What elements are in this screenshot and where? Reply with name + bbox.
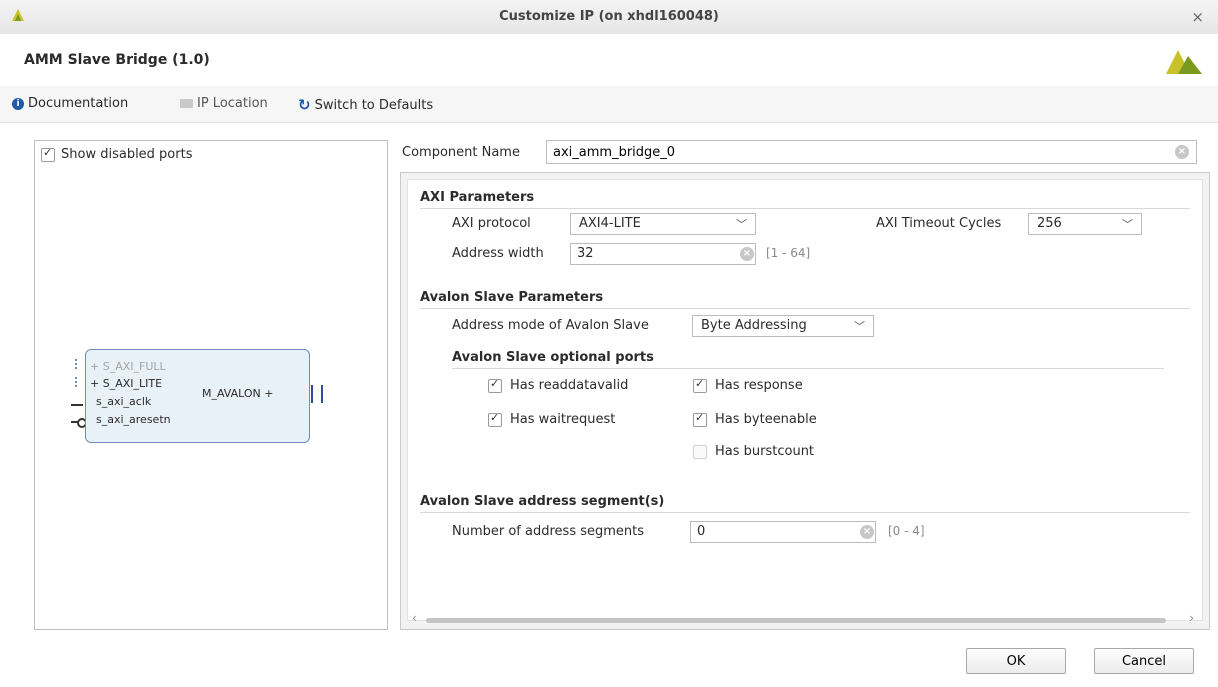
scroll-left-icon[interactable]: ‹ <box>412 611 417 625</box>
address-mode-label: Address mode of Avalon Slave <box>452 318 649 333</box>
address-width-range: [1 - 64] <box>766 246 811 260</box>
documentation-button[interactable]: i Documentation <box>12 96 128 111</box>
close-icon[interactable]: × <box>1191 8 1204 26</box>
has-burstcount-label: Has burstcount <box>715 444 815 459</box>
has-response-label: Has response <box>715 378 803 393</box>
switch-defaults-button[interactable]: ↻ Switch to Defaults <box>298 96 433 114</box>
avalon-slave-parameters-title: Avalon Slave Parameters <box>420 290 604 305</box>
checkbox-icon[interactable] <box>488 411 502 427</box>
vivado-logo-icon <box>1166 50 1202 74</box>
has-byteenable-checkbox[interactable]: Has byteenable <box>693 411 817 427</box>
folder-icon <box>180 99 193 108</box>
axi-timeout-select[interactable]: 256 ﹀ <box>1028 213 1142 235</box>
component-name-input[interactable] <box>546 140 1197 164</box>
address-width-label: Address width <box>452 246 544 261</box>
ip-symbol-block: + S_AXI_FULL + S_AXI_LITE s_axi_aclk s_a… <box>85 349 310 443</box>
divider <box>420 512 1190 513</box>
has-byteenable-label: Has byteenable <box>715 412 817 427</box>
ip-toolbar: i Documentation IP Location ↻ Switch to … <box>0 86 1218 123</box>
port-s-axi-lite[interactable]: + S_AXI_LITE <box>90 377 162 390</box>
port-label: S_AXI_FULL <box>102 360 166 373</box>
has-waitrequest-label: Has waitrequest <box>510 412 616 427</box>
refresh-icon: ↻ <box>298 96 311 114</box>
window-title: Customize IP (on xhdl160048) <box>499 9 719 24</box>
has-burstcount-checkbox[interactable]: Has burstcount <box>693 444 814 459</box>
checkbox-icon[interactable] <box>41 146 55 162</box>
ip-name: AMM Slave Bridge (1.0) <box>24 52 210 68</box>
symbol-panel: Show disabled ports + S_AXI_FULL + S_AXI… <box>34 140 388 630</box>
ip-header: AMM Slave Bridge (1.0) <box>0 34 1218 87</box>
parameters-scroll-area: AXI Parameters AXI protocol AXI4-LITE ﹀ … <box>407 179 1203 625</box>
num-segments-input[interactable]: 0 <box>690 521 876 543</box>
component-name-label: Component Name <box>402 145 520 160</box>
clear-icon[interactable]: × <box>860 525 874 539</box>
window-titlebar: Customize IP (on xhdl160048) × <box>0 0 1218 35</box>
port-s-axi-aresetn[interactable]: s_axi_aresetn <box>96 413 171 426</box>
port-label: M_AVALON <box>202 387 261 400</box>
has-response-checkbox[interactable]: Has response <box>693 377 803 393</box>
address-segments-title: Avalon Slave address segment(s) <box>420 494 665 509</box>
documentation-label: Documentation <box>28 96 129 111</box>
info-icon: i <box>12 97 24 110</box>
parameters-panel: Component Name × AXI Parameters AXI prot… <box>398 140 1211 630</box>
axi-parameters-title: AXI Parameters <box>420 190 535 205</box>
show-disabled-ports-checkbox[interactable]: Show disabled ports <box>41 146 193 162</box>
divider <box>420 308 1190 309</box>
chevron-down-icon: ﹀ <box>736 218 747 231</box>
clear-icon[interactable]: × <box>740 247 754 261</box>
address-width-input[interactable]: 32 <box>570 243 756 265</box>
has-waitrequest-checkbox[interactable]: Has waitrequest <box>488 411 616 427</box>
num-segments-label: Number of address segments <box>452 524 645 539</box>
ip-location-label: IP Location <box>197 96 268 111</box>
axi-protocol-value: AXI4-LITE <box>579 216 641 231</box>
axi-timeout-value: 256 <box>1037 216 1062 231</box>
ok-button[interactable]: OK <box>966 648 1066 674</box>
address-mode-value: Byte Addressing <box>701 318 807 333</box>
has-readdatavalid-checkbox[interactable]: Has readdatavalid <box>488 377 629 393</box>
scroll-right-icon[interactable]: › <box>1189 611 1194 625</box>
axi-timeout-label: AXI Timeout Cycles <box>876 216 1002 231</box>
checkbox-icon[interactable] <box>693 411 707 427</box>
port-label: S_AXI_LITE <box>102 377 163 390</box>
port-m-avalon[interactable]: M_AVALON + <box>202 387 274 400</box>
checkbox-icon[interactable] <box>693 377 707 393</box>
checkbox-icon[interactable] <box>693 444 707 459</box>
port-s-axi-aclk[interactable]: s_axi_aclk <box>96 395 151 408</box>
clock-pin-line <box>71 404 83 406</box>
divider <box>420 208 1190 209</box>
switch-defaults-label: Switch to Defaults <box>314 97 434 113</box>
optional-ports-title: Avalon Slave optional ports <box>452 350 654 365</box>
divider <box>452 368 1164 369</box>
chevron-down-icon: ﹀ <box>1122 218 1133 231</box>
axi-protocol-select[interactable]: AXI4-LITE ﹀ <box>570 213 756 235</box>
clear-icon[interactable]: × <box>1175 145 1189 159</box>
scrollbar-thumb[interactable] <box>426 618 1166 623</box>
checkbox-icon[interactable] <box>488 377 502 393</box>
parameters-frame: AXI Parameters AXI protocol AXI4-LITE ﹀ … <box>400 172 1210 630</box>
bus-port-stub <box>311 385 323 403</box>
ip-location-button[interactable]: IP Location <box>180 96 268 111</box>
address-mode-select[interactable]: Byte Addressing ﹀ <box>692 315 874 337</box>
horizontal-scrollbar[interactable]: ‹ › <box>410 611 1196 626</box>
show-disabled-ports-label: Show disabled ports <box>61 147 193 162</box>
cancel-button[interactable]: Cancel <box>1094 648 1194 674</box>
port-s-axi-full[interactable]: + S_AXI_FULL <box>90 360 166 373</box>
num-segments-range: [0 - 4] <box>888 524 925 538</box>
has-readdatavalid-label: Has readdatavalid <box>510 378 629 393</box>
chevron-down-icon: ﹀ <box>854 320 865 333</box>
axi-protocol-label: AXI protocol <box>452 216 531 231</box>
